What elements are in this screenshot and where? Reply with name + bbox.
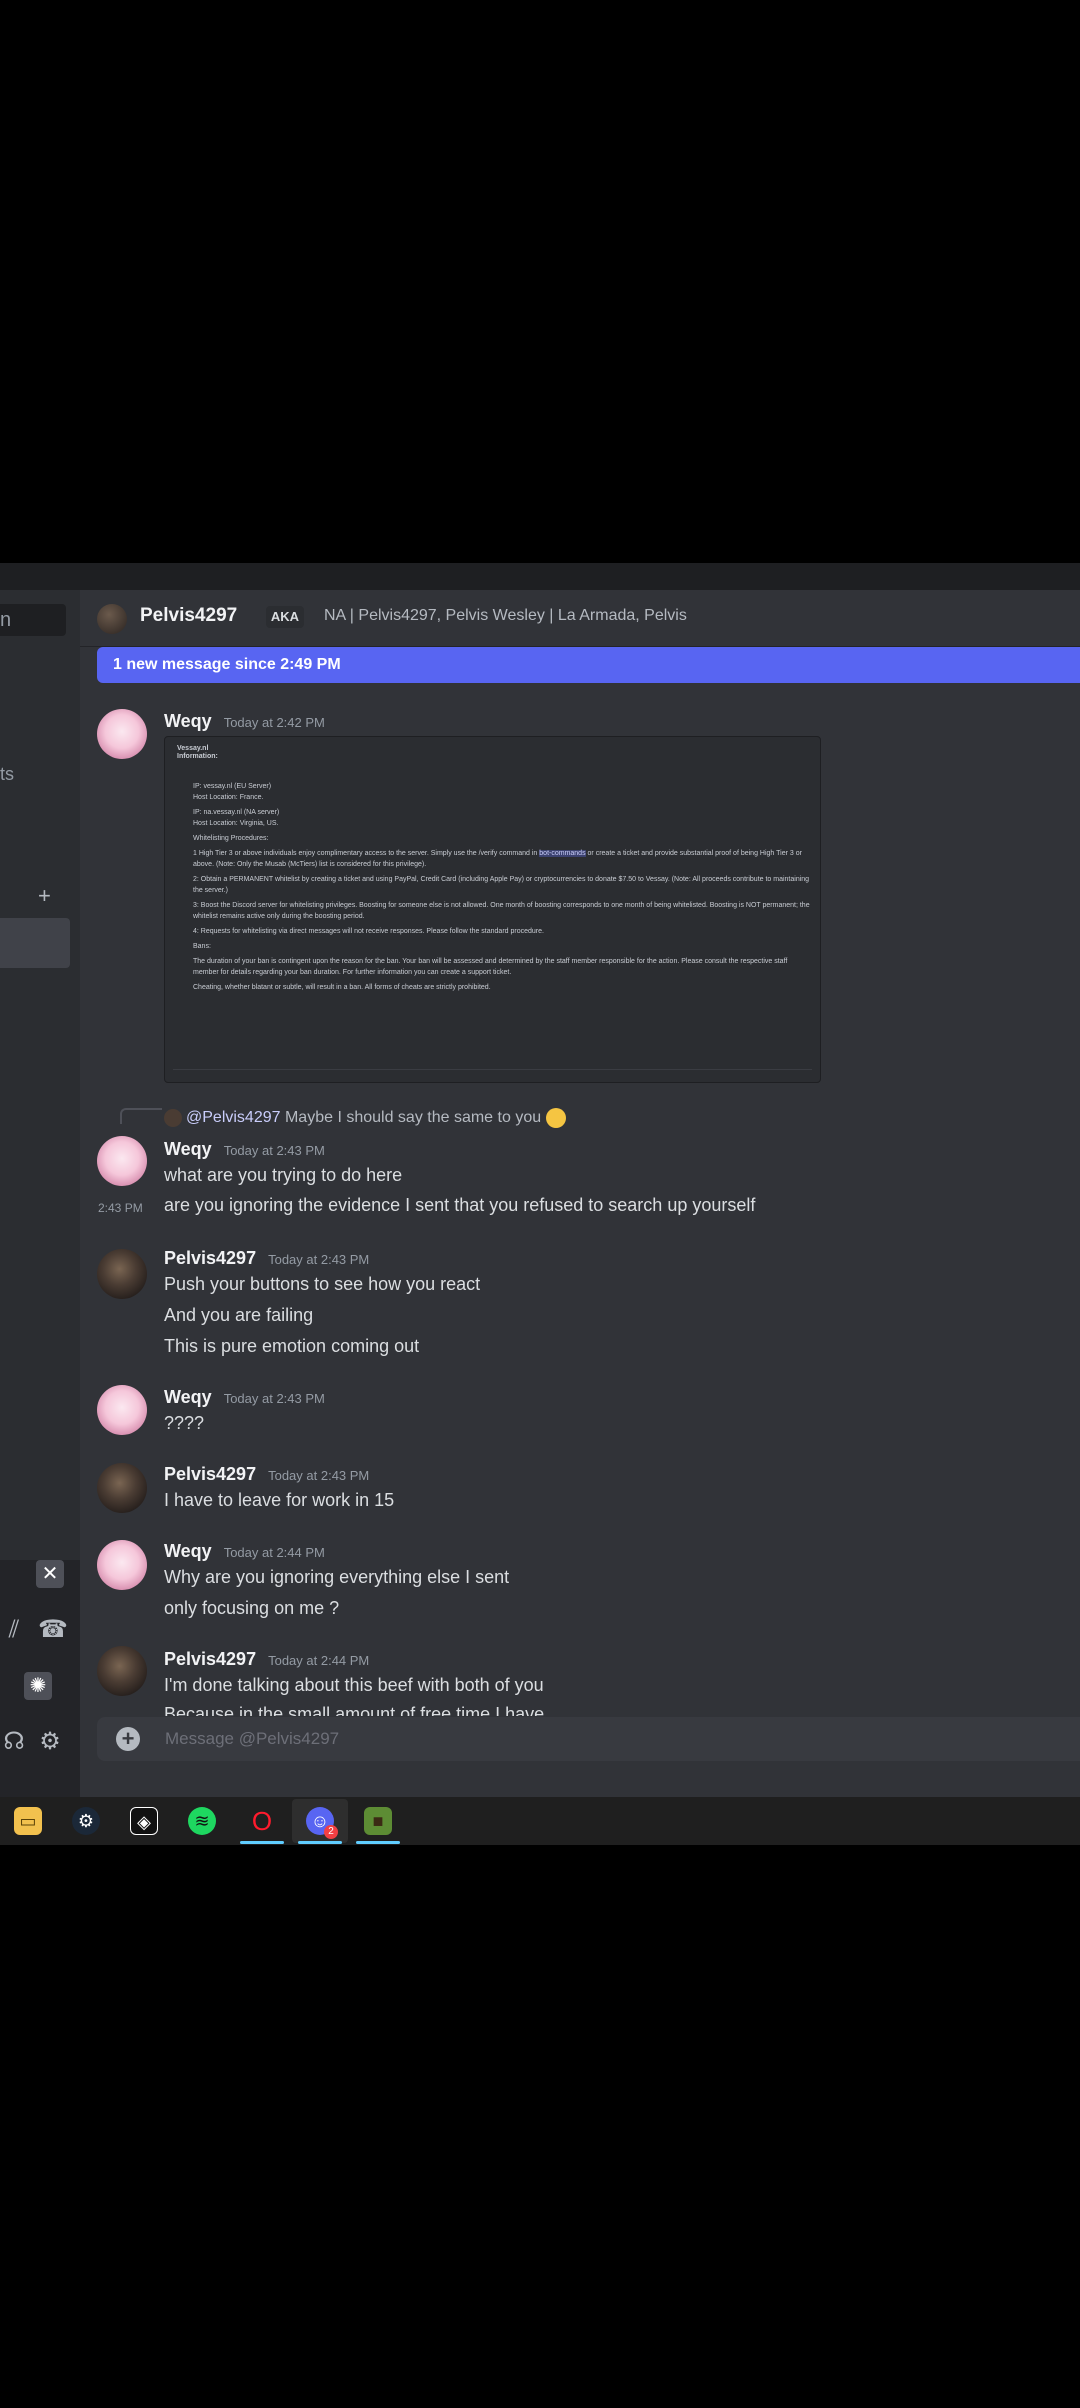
message-text: And you are failing: [164, 1305, 314, 1325]
avatar[interactable]: [97, 1540, 147, 1590]
notification-badge: 2: [324, 1825, 338, 1839]
message-text: what are you trying to do here: [164, 1165, 403, 1185]
os-taskbar: ▭ ⚙ ◈ ≋ O ☺ 2 ■: [0, 1797, 1080, 1845]
discord-window: n ts + ✕ ⫽ ☎ ✺ ☊ ⚙ Pelvis4297 AKA NA | P…: [0, 563, 1080, 1845]
message-author[interactable]: Weqy Today at 2:44 PM: [164, 1541, 325, 1562]
attachment-footer: [173, 1069, 812, 1080]
taskbar-running-indicator: [298, 1841, 342, 1844]
sidebar-fragment-text: ts: [0, 764, 15, 784]
avatar[interactable]: [97, 1646, 147, 1696]
message-timestamp: Today at 2:44 PM: [268, 1653, 370, 1668]
avatar[interactable]: [97, 1385, 147, 1435]
taskbar-running-indicator: [356, 1841, 400, 1844]
message-author[interactable]: Weqy Today at 2:42 PM: [164, 711, 325, 732]
message-timestamp: Today at 2:43 PM: [268, 1468, 370, 1483]
message-author[interactable]: Pelvis4297 Today at 2:44 PM: [164, 1649, 369, 1670]
channel-title[interactable]: Pelvis4297: [140, 605, 237, 627]
reply-spine: [120, 1108, 162, 1124]
attachment-text: IP: vessay.nl (EU Server) Host Location: …: [193, 783, 810, 991]
app-icon[interactable]: ◈: [130, 1807, 158, 1835]
message-author[interactable]: Weqy Today at 2:43 PM: [164, 1139, 325, 1160]
channel-header: Pelvis4297 AKA NA | Pelvis4297, Pelvis W…: [80, 590, 1080, 647]
avatar[interactable]: [97, 1136, 147, 1186]
message-text: Because in the small amount of free time…: [164, 1704, 545, 1716]
message-text: This is pure emotion coming out: [164, 1336, 420, 1356]
activity-icon[interactable]: ✺: [24, 1672, 52, 1700]
search-text: n: [0, 609, 12, 631]
message-timestamp: Today at 2:42 PM: [223, 715, 325, 730]
dm-sidebar: n ts + ✕ ⫽ ☎ ✺ ☊ ⚙: [0, 590, 80, 1797]
find-conversation-input[interactable]: n: [0, 604, 66, 636]
file-explorer-icon[interactable]: ▭: [14, 1807, 42, 1835]
message-text: I have to leave for work in 15: [164, 1490, 395, 1510]
message-input[interactable]: Message @Pelvis4297: [165, 1729, 339, 1749]
window-title-bar: [0, 563, 1080, 590]
reply-reference[interactable]: @Pelvis4297 Maybe I should say the same …: [164, 1108, 566, 1128]
message-timestamp: Today at 2:43 PM: [223, 1391, 325, 1406]
screen-share-close-icon[interactable]: ✕: [36, 1560, 64, 1588]
message-text-clipped: Because in the small amount of free time…: [164, 1704, 764, 1716]
image-attachment[interactable]: Vessay.nl Information: IP: vessay.nl (EU …: [164, 736, 821, 1083]
message-text: Why are you ignoring everything else I s…: [164, 1567, 510, 1587]
opera-browser-icon[interactable]: O: [248, 1807, 276, 1835]
avatar[interactable]: [97, 604, 127, 634]
message-composer[interactable]: + Message @Pelvis4297: [97, 1717, 1080, 1761]
disconnect-call-icon[interactable]: ☎: [38, 1616, 68, 1644]
message-author[interactable]: Pelvis4297 Today at 2:43 PM: [164, 1248, 369, 1269]
steam-icon[interactable]: ⚙: [72, 1807, 100, 1835]
taskbar-running-indicator: [240, 1841, 284, 1844]
message-text: ????: [164, 1413, 205, 1433]
sidebar-item-selected[interactable]: [0, 918, 70, 968]
attach-plus-icon[interactable]: +: [116, 1727, 140, 1751]
avatar[interactable]: [97, 1249, 147, 1299]
message-timestamp: Today at 2:44 PM: [223, 1545, 325, 1560]
message-text: only focusing on me ?: [164, 1598, 340, 1618]
avatar[interactable]: [97, 709, 147, 759]
avatar[interactable]: [97, 1463, 147, 1513]
message-author[interactable]: Pelvis4297 Today at 2:43 PM: [164, 1464, 369, 1485]
message-text: Push your buttons to see how you react: [164, 1274, 481, 1294]
user-panel: ✕ ⫽ ☎ ✺ ☊ ⚙: [0, 1560, 80, 1797]
attachment-header: Vessay.nl Information:: [177, 745, 218, 760]
message-timestamp: Today at 2:43 PM: [268, 1252, 370, 1267]
new-messages-text: 1 new message since 2:49 PM: [113, 656, 341, 673]
new-messages-bar[interactable]: 1 new message since 2:49 PM: [97, 647, 1080, 683]
settings-gear-icon[interactable]: ⚙: [36, 1728, 64, 1756]
message-text: are you ignoring the evidence I sent tha…: [164, 1195, 756, 1215]
voice-signal-icon[interactable]: ⫽: [0, 1616, 28, 1644]
message-timestamp: 2:43 PM: [98, 1201, 143, 1215]
message-timestamp: Today at 2:43 PM: [223, 1143, 325, 1158]
minecraft-icon[interactable]: ■: [364, 1807, 392, 1835]
message-author[interactable]: Weqy Today at 2:43 PM: [164, 1387, 325, 1408]
aka-badge: AKA: [266, 606, 304, 628]
create-dm-button[interactable]: +: [38, 883, 51, 909]
message-text: I'm done talking about this beef with bo…: [164, 1675, 544, 1695]
aka-names: NA | Pelvis4297, Pelvis Wesley | La Arma…: [324, 607, 687, 624]
headphones-icon[interactable]: ☊: [0, 1728, 28, 1756]
avatar: [164, 1109, 182, 1127]
grinning-emoji-icon: [545, 1108, 566, 1128]
spotify-icon[interactable]: ≋: [188, 1807, 216, 1835]
